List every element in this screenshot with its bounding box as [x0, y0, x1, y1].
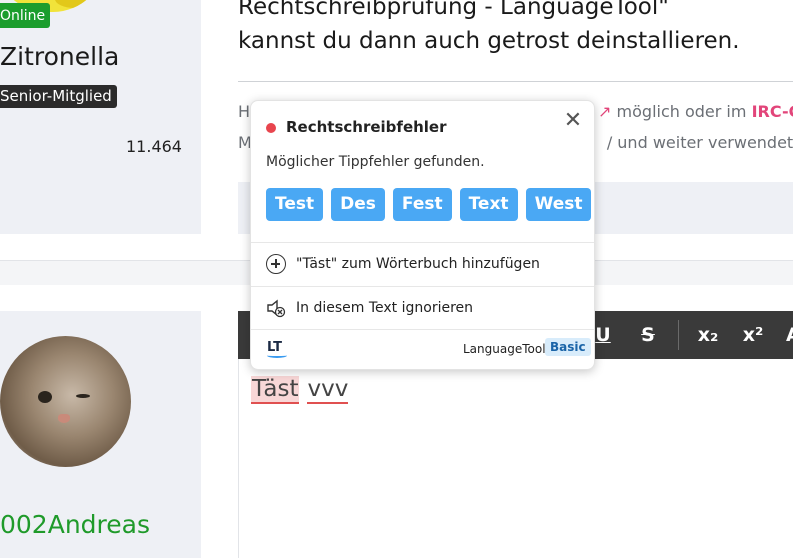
post-body: Rechtschreibprüfung - LanguageTool" kann… [238, 0, 793, 58]
divider [251, 286, 594, 287]
superscript-button[interactable]: x² [741, 321, 765, 349]
irc-link[interactable]: IRC-C [752, 102, 793, 121]
suggestion-button[interactable]: Des [331, 188, 385, 221]
ignore-speaker-icon [266, 298, 286, 318]
avatar[interactable] [0, 336, 131, 467]
popup-message: Möglicher Tippfehler gefunden. [266, 154, 485, 170]
add-to-dictionary-button[interactable]: "Täst" zum Wörterbuch hinzufügen [266, 254, 540, 274]
username[interactable]: Zitronella [0, 42, 119, 71]
subscript-button[interactable]: x₂ [696, 321, 720, 349]
user-profile-panel [0, 0, 201, 234]
languagetool-popup: Rechtschreibfehler ✕ Möglicher Tippfehle… [250, 100, 595, 370]
cat-eye [76, 394, 90, 398]
misspelled-word[interactable]: Täst [251, 376, 300, 404]
suggestion-button[interactable]: Fest [392, 188, 452, 221]
popup-title: Rechtschreibfehler [286, 118, 447, 136]
underline-button[interactable]: U [594, 321, 612, 349]
divider [238, 81, 793, 82]
divider [251, 329, 594, 330]
strikethrough-button[interactable]: S [638, 321, 658, 349]
add-circle-icon [266, 254, 286, 274]
post-count: 11.464 [126, 137, 182, 156]
online-status-badge: Online [0, 3, 51, 28]
role-badge: Senior-Mitglied [0, 85, 117, 108]
add-to-dictionary-label: "Täst" zum Wörterbuch hinzufügen [296, 256, 540, 272]
post-line: kannst du dann auch getrost deinstallier… [238, 28, 740, 54]
cat-nose [58, 414, 70, 423]
cat-eye [38, 391, 52, 403]
external-link-icon[interactable]: ↗ [598, 102, 611, 121]
username[interactable]: 002Andreas [0, 510, 150, 539]
suggestion-button[interactable]: West [525, 188, 592, 221]
ignore-label: In diesem Text ignorieren [296, 300, 474, 316]
editor-text[interactable]: Täst vvv [251, 376, 349, 404]
divider [251, 242, 594, 243]
suggestion-list: Test Des Fest Text West [266, 188, 592, 221]
more-button[interactable]: A [786, 321, 793, 349]
post-line: Rechtschreibprüfung - LanguageTool" [238, 0, 669, 20]
error-dot-icon [266, 123, 276, 133]
brand-name[interactable]: LanguageTool [463, 342, 546, 356]
close-icon[interactable]: ✕ [563, 110, 583, 132]
suggestion-button[interactable]: Text [459, 188, 518, 221]
plan-badge[interactable]: Basic [545, 338, 591, 356]
misspelled-word[interactable]: vvv [307, 376, 349, 404]
toolbar-separator [678, 320, 679, 350]
suggestion-button[interactable]: Test [266, 188, 324, 221]
ignore-button[interactable]: In diesem Text ignorieren [266, 298, 473, 318]
languagetool-logo-icon[interactable]: LT [267, 340, 287, 358]
